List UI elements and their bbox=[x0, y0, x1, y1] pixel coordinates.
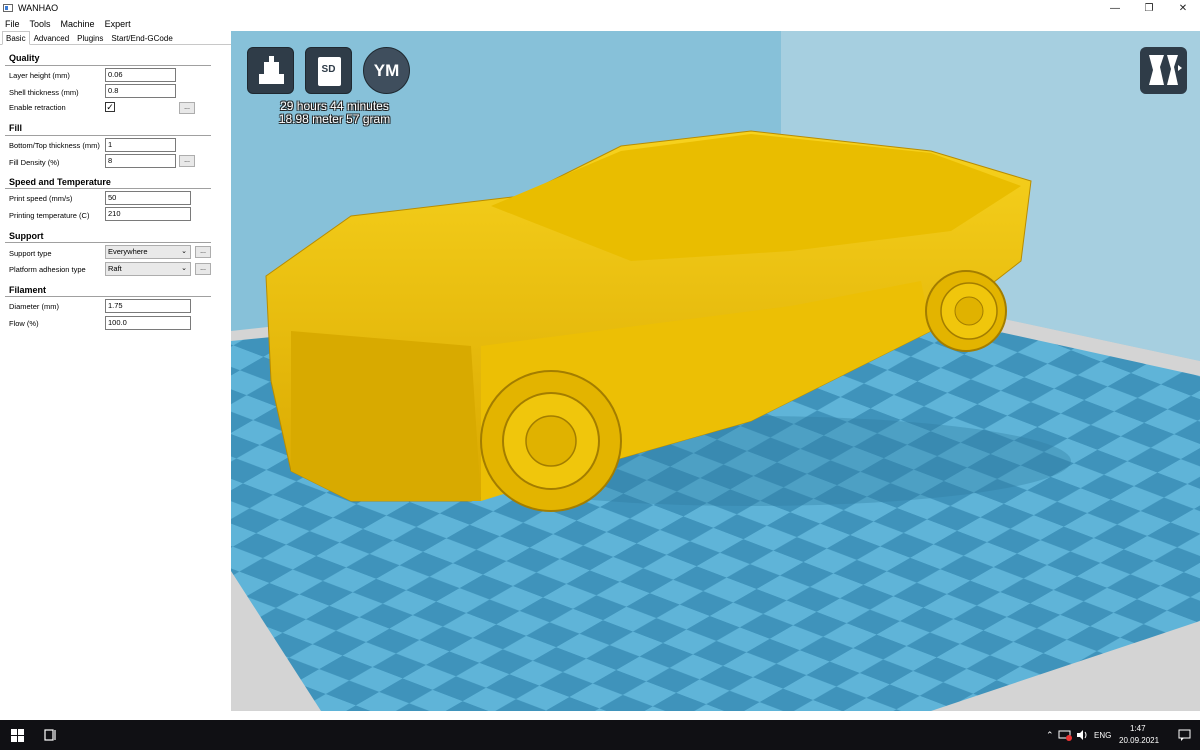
load-icon bbox=[259, 56, 284, 84]
tab-advanced[interactable]: Advanced bbox=[30, 31, 74, 45]
flow-label: Flow (%) bbox=[9, 319, 39, 328]
chevron-down-icon: ⌄ bbox=[181, 265, 187, 272]
support-type-select[interactable]: Everywhere ⌄ bbox=[105, 245, 191, 259]
view-mode-button[interactable] bbox=[1140, 47, 1187, 94]
tab-basic[interactable]: Basic bbox=[2, 31, 30, 45]
language-indicator[interactable]: ENG bbox=[1094, 731, 1111, 740]
view-mode-icon bbox=[1149, 55, 1182, 85]
fill-more-button[interactable]: ... bbox=[179, 155, 195, 167]
3d-viewport[interactable]: SD YM 29 hours 44 minutes 18.98 meter 57… bbox=[231, 31, 1200, 711]
close-button[interactable]: ✕ bbox=[1166, 0, 1200, 16]
network-icon[interactable] bbox=[1058, 729, 1072, 741]
diameter-label: Diameter (mm) bbox=[9, 302, 59, 311]
notification-icon[interactable] bbox=[1178, 729, 1191, 741]
section-title-filament: Filament bbox=[9, 285, 47, 295]
fill-density-label: Fill Density (%) bbox=[9, 158, 60, 167]
section-title-speed: Speed and Temperature bbox=[9, 177, 111, 187]
fill-density-input[interactable]: 8 bbox=[105, 154, 176, 168]
shell-thickness-label: Shell thickness (mm) bbox=[9, 88, 79, 97]
minimize-button[interactable]: — bbox=[1098, 0, 1132, 16]
clock-time[interactable]: 1:47 bbox=[1130, 724, 1146, 733]
window-controls: — ❐ ✕ bbox=[1098, 0, 1200, 16]
settings-tabs: Basic Advanced Plugins Start/End-GCode bbox=[0, 31, 231, 45]
menu-tools[interactable]: Tools bbox=[30, 19, 51, 29]
platform-adhesion-label: Platform adhesion type bbox=[9, 265, 86, 274]
front-wheel-hub bbox=[525, 415, 577, 467]
platform-adhesion-select[interactable]: Raft ⌄ bbox=[105, 262, 191, 276]
menu-bar: File Tools Machine Expert bbox=[0, 16, 1200, 31]
shell-thickness-input[interactable]: 0.8 bbox=[105, 84, 176, 98]
retraction-more-button[interactable]: ... bbox=[179, 102, 195, 114]
diameter-input[interactable]: 1.75 bbox=[105, 299, 191, 313]
section-divider bbox=[5, 135, 211, 136]
scene-canvas[interactable] bbox=[231, 31, 1200, 711]
bottom-top-thickness-input[interactable]: 1 bbox=[105, 138, 176, 152]
print-temperature-input[interactable]: 210 bbox=[105, 207, 191, 221]
menu-machine[interactable]: Machine bbox=[61, 19, 95, 29]
tab-start-end-gcode[interactable]: Start/End-GCode bbox=[107, 31, 176, 45]
restore-button[interactable]: ❐ bbox=[1132, 0, 1166, 16]
windows-start-icon[interactable] bbox=[11, 729, 24, 742]
rear-wheel-hub bbox=[954, 296, 984, 326]
support-type-label: Support type bbox=[9, 249, 52, 258]
sd-card-label: SD bbox=[321, 64, 336, 75]
menu-file[interactable]: File bbox=[5, 19, 20, 29]
youmagine-button[interactable]: YM bbox=[363, 47, 410, 94]
chevron-down-icon: ⌄ bbox=[181, 248, 187, 255]
section-divider bbox=[5, 188, 211, 189]
youmagine-label: YM bbox=[373, 61, 400, 80]
print-temperature-label: Printing temperature (C) bbox=[9, 211, 90, 220]
enable-retraction-label: Enable retraction bbox=[9, 103, 66, 112]
print-estimate: 29 hours 44 minutes 18.98 meter 57 gram bbox=[247, 100, 422, 126]
adhesion-more-button[interactable]: ... bbox=[195, 263, 211, 275]
print-speed-label: Print speed (mm/s) bbox=[9, 194, 73, 203]
layer-height-label: Layer height (mm) bbox=[9, 71, 70, 80]
volume-icon[interactable] bbox=[1076, 729, 1089, 741]
chevron-up-icon[interactable]: ⌃ bbox=[1046, 730, 1054, 741]
load-model-button[interactable] bbox=[247, 47, 294, 94]
section-title-fill: Fill bbox=[9, 123, 22, 133]
platform-adhesion-value: Raft bbox=[108, 264, 122, 273]
support-type-value: Everywhere bbox=[108, 247, 148, 256]
section-divider bbox=[5, 242, 211, 243]
menu-expert[interactable]: Expert bbox=[105, 19, 131, 29]
layer-height-input[interactable]: 0.06 bbox=[105, 68, 176, 82]
bottom-top-thickness-label: Bottom/Top thickness (mm) bbox=[9, 141, 100, 150]
car-front bbox=[291, 331, 481, 501]
window-title: WANHAO bbox=[18, 3, 59, 13]
enable-retraction-checkbox[interactable]: ✓ bbox=[105, 102, 115, 112]
section-divider bbox=[5, 296, 211, 297]
support-more-button[interactable]: ... bbox=[195, 246, 211, 258]
section-divider bbox=[5, 65, 211, 66]
task-view-icon[interactable] bbox=[44, 729, 57, 741]
section-title-support: Support bbox=[9, 231, 44, 241]
settings-panel: Basic Advanced Plugins Start/End-GCode Q… bbox=[0, 31, 231, 711]
tab-plugins[interactable]: Plugins bbox=[73, 31, 107, 45]
save-to-sd-button[interactable]: SD bbox=[305, 47, 352, 94]
flow-input[interactable]: 100.0 bbox=[105, 316, 191, 330]
print-material: 18.98 meter 57 gram bbox=[278, 112, 391, 126]
app-icon bbox=[3, 4, 13, 12]
print-speed-input[interactable]: 50 bbox=[105, 191, 191, 205]
clock-date[interactable]: 20.09.2021 bbox=[1119, 736, 1159, 745]
title-bar: WANHAO — ❐ ✕ bbox=[0, 0, 1200, 16]
section-title-quality: Quality bbox=[9, 53, 40, 63]
taskbar: ⌃ ENG 1:47 20.09.2021 bbox=[0, 720, 1200, 750]
